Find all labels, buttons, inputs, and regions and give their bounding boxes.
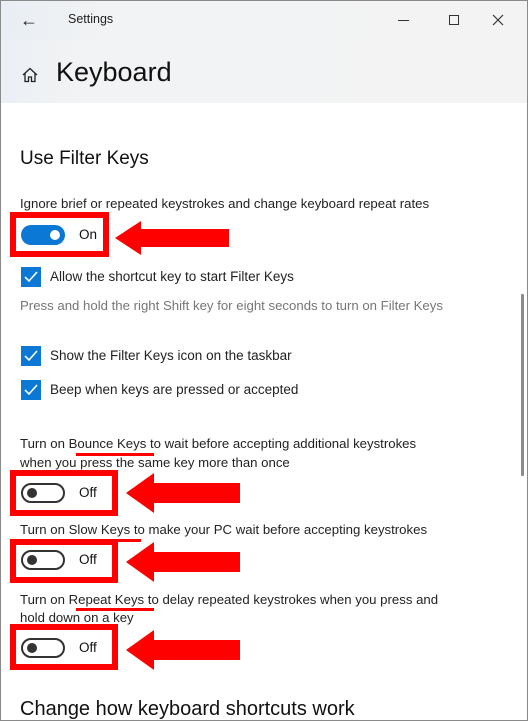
vertical-scrollbar[interactable] — [521, 294, 524, 476]
slow-keys-description: Turn on Slow Keys to make your PC wait b… — [20, 522, 428, 537]
title-bar: ← Settings — [1, 1, 527, 39]
repeat-keys-description-line1: Turn on Repeat Keys to delay repeated ke… — [20, 592, 439, 607]
minimize-icon — [397, 19, 409, 21]
page-title: Keyboard — [56, 57, 172, 87]
close-button[interactable] — [483, 7, 513, 33]
close-icon — [492, 14, 504, 26]
beep-checkbox[interactable] — [21, 380, 41, 400]
back-button[interactable]: ← — [15, 8, 43, 32]
bounce-keys-description-line1: Turn on Bounce Keys to wait before accep… — [20, 436, 417, 451]
red-arrow-icon — [126, 542, 240, 582]
red-arrow-icon — [115, 221, 229, 255]
checkmark-icon — [24, 271, 38, 283]
shortcut-hint: Press and hold the right Shift key for e… — [20, 298, 443, 313]
section-title-keyboard-shortcuts: Change how keyboard shortcuts work — [20, 698, 355, 720]
maximize-button[interactable] — [439, 7, 469, 33]
allow-shortcut-checkbox[interactable] — [21, 267, 41, 287]
filter-keys-description: Ignore brief or repeated keystrokes and … — [20, 196, 430, 211]
allow-shortcut-label: Allow the shortcut key to start Filter K… — [50, 269, 294, 284]
underline-annotation — [76, 453, 154, 456]
underline-annotation — [76, 608, 154, 611]
back-arrow-icon: ← — [20, 10, 38, 30]
highlight-box — [10, 539, 118, 583]
red-arrow-icon — [126, 630, 240, 670]
show-taskbar-icon-checkbox[interactable] — [21, 346, 41, 366]
highlight-box — [10, 212, 109, 257]
checkmark-icon — [24, 350, 38, 362]
home-icon[interactable] — [21, 66, 39, 84]
minimize-button[interactable] — [388, 7, 418, 33]
checkmark-icon — [24, 384, 38, 396]
beep-label: Beep when keys are pressed or accepted — [50, 382, 299, 397]
section-title-filter-keys: Use Filter Keys — [20, 148, 149, 169]
highlight-box — [10, 470, 118, 516]
maximize-icon — [449, 15, 459, 25]
highlight-box — [10, 624, 118, 670]
page-header: Keyboard — [1, 39, 527, 103]
window-title: Settings — [68, 12, 114, 26]
red-arrow-icon — [126, 473, 240, 513]
show-taskbar-icon-label: Show the Filter Keys icon on the taskbar — [50, 348, 292, 363]
settings-window: ← Settings Keyboard Use Filter Keys Igno… — [0, 0, 528, 721]
